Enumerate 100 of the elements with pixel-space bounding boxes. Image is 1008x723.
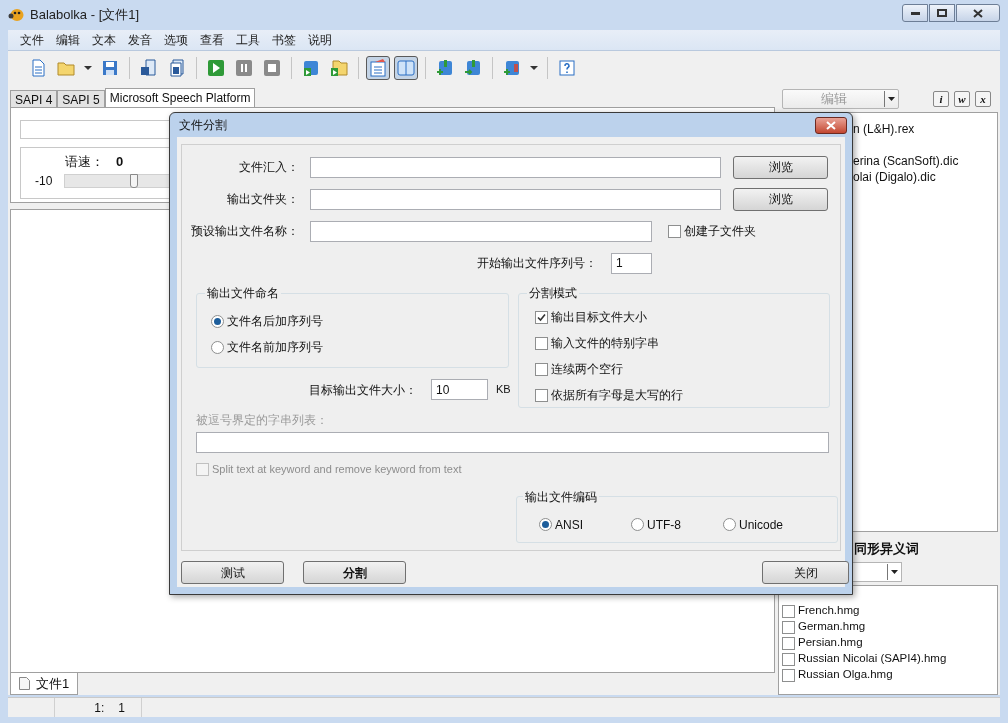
menu-item[interactable]: 书签 [266,31,302,49]
menu-item[interactable]: 编辑 [50,31,86,49]
documents-icon [168,58,186,77]
list-item[interactable]: n (L&H).rex [853,120,997,136]
checkbox[interactable] [782,636,795,650]
tab[interactable]: SAPI 4 [10,90,58,107]
checkbox-label: French.hmg [798,603,860,619]
tab[interactable]: SAPI 5 [57,90,105,107]
group-title: 输出文件命名 [206,285,280,302]
column-number: 1 [118,699,125,717]
group-title: 输出文件编码 [524,488,598,506]
menu-item[interactable]: 发音 [122,31,158,49]
group-title: 分割模式 [527,285,578,302]
help-icon [558,58,576,77]
checkbox[interactable] [668,224,681,238]
checkbox[interactable] [782,620,795,634]
radio-button[interactable] [211,314,224,328]
field-label: 文件汇入： [238,159,299,176]
document-tab[interactable]: 文件1 [10,673,79,695]
document-icon [19,677,30,690]
unit-label: KB [496,382,511,398]
play-icon [207,58,225,77]
checkbox[interactable] [782,668,795,682]
dialog-button[interactable]: 浏览 [733,155,828,179]
dialog-button[interactable]: 测试 [181,561,284,584]
radio-label: ANSI [555,516,583,534]
close-button[interactable] [956,4,1000,22]
radio-button[interactable] [211,340,224,354]
toolbar-button[interactable] [366,55,390,80]
checkbox-label: German.hmg [798,619,866,635]
checkbox[interactable] [534,388,548,402]
input-field[interactable]: 10 [431,379,488,400]
menu-item[interactable]: 文件 [14,31,50,49]
panel-title: 同形异义词 [854,539,919,558]
radio-button[interactable] [723,518,736,531]
menu-item[interactable]: 说明 [302,31,338,49]
input-field[interactable] [310,220,652,242]
menu-item[interactable]: 文本 [86,31,122,49]
checkbox-label: 依据所有字母是大写的行 [550,387,683,404]
checkbox[interactable] [534,362,548,376]
input-field[interactable]: 1 [611,252,652,274]
input-field[interactable] [310,156,721,178]
checkbox-label: Russian Nicolai (SAPI4).hmg [798,651,947,667]
dialog-button[interactable]: 关闭 [762,561,849,584]
minimize-button[interactable] [902,4,928,22]
panel-tool-button[interactable]: i [933,91,949,107]
slider-thumb[interactable] [130,173,139,188]
list-item[interactable]: olai (Digalo).dic [853,168,997,184]
maximize-button[interactable] [929,4,955,22]
pause-icon [235,58,253,77]
field-label: 被逗号界定的字串列表： [196,412,329,429]
rate-label: 语速： [65,153,104,171]
radio-label: 文件名后加序列号 [227,313,323,330]
panel-tool-button[interactable]: x [975,91,991,107]
field-label: 输出文件夹： [226,191,299,208]
line-number: 1: [94,699,105,717]
tab[interactable]: Microsoft Speech Platform [104,88,256,107]
panel-tool-button[interactable]: w [954,91,970,107]
book-icon [397,58,415,77]
radio-label: Unicode [739,516,784,534]
checkbox[interactable] [782,652,795,666]
menu-item[interactable]: 选项 [158,31,194,49]
radio-button[interactable] [631,518,644,531]
checkbox-label: Split text at keyword and remove keyword from text [212,462,462,477]
menu-item[interactable]: 查看 [194,31,230,49]
folder-play-icon [330,58,348,77]
checkbox-label: 创建子文件夹 [684,223,756,240]
caret-icon [888,97,895,101]
app-logo-icon [8,8,24,22]
checkbox-label: 输入文件的特别字串 [550,335,659,352]
caret-icon [891,570,898,574]
caret-icon [84,65,92,70]
dialog-button[interactable]: 浏览 [733,187,828,211]
checkbox-label: 输出目标文件大小 [550,309,647,326]
checkbox-label: Russian Olga.hmg [798,667,893,683]
field-label: 开始输出文件序列号： [477,255,597,272]
rate-value: 0 [116,153,124,171]
field-label: 预设输出文件名称： [190,223,299,240]
document-icon [29,58,47,77]
input-field[interactable] [310,188,721,210]
radio-label: 文件名前加序列号 [227,339,323,356]
field-label: 目标输出文件大小： [309,381,417,399]
radio-button[interactable] [539,518,552,531]
close-icon [973,8,983,18]
radio-label: UTF-8 [647,516,681,534]
checkbox-label: Persian.hmg [798,635,863,651]
checkbox[interactable] [782,604,795,618]
list-item[interactable]: erina (ScanSoft).dic [853,152,997,168]
checkbox[interactable] [534,336,548,350]
caret-icon [530,65,538,70]
checkbox-label: 连续两个空行 [550,361,623,378]
checkbox[interactable] [534,310,548,324]
dialog-button[interactable]: 分割 [303,561,406,584]
close-button[interactable] [815,116,847,134]
min-label: -10 [35,172,53,190]
close-icon [826,120,836,130]
menu-item[interactable]: 工具 [230,31,266,49]
toolbar-button[interactable] [394,55,418,80]
notepad-icon [369,58,387,77]
dialog-title: 文件分割 [179,117,227,134]
